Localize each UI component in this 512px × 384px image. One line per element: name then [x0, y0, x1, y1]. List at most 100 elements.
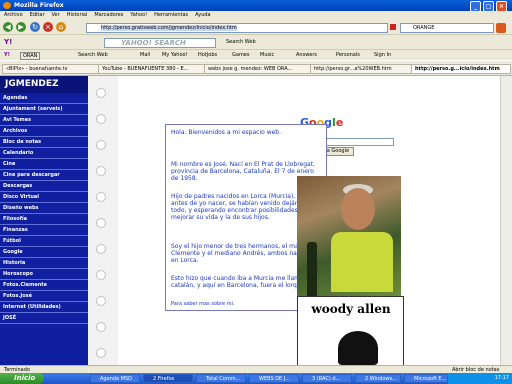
links-oran[interactable]: ORAN: [20, 52, 41, 60]
start-button[interactable]: Inicio: [0, 373, 44, 384]
links-search-web[interactable]: Search Web: [78, 52, 108, 58]
site-title: JGMENDEZ: [0, 76, 88, 93]
task-webs[interactable]: WEBS DE J...: [249, 374, 299, 383]
system-tray: 17:17: [448, 373, 512, 384]
navigation-toolbar: ◀ ▶ ↻ × ⌂ http://perso.gratisweb.com/jgm…: [0, 20, 512, 35]
reload-icon[interactable]: ↻: [30, 22, 40, 32]
home-icon[interactable]: ⌂: [56, 22, 66, 32]
menu-ayuda[interactable]: Ayuda: [195, 12, 210, 18]
sidebar-item[interactable]: Fotos.José: [0, 291, 88, 302]
sidebar-item[interactable]: Ajuntament (serveis): [0, 104, 88, 115]
sidebar-item[interactable]: Fotos.Clemente: [0, 280, 88, 291]
sidebar-item[interactable]: Historia: [0, 258, 88, 269]
tab-youtube[interactable]: YouTube - BUENAFUENTE 380 - E...: [98, 64, 206, 74]
sidebar-item[interactable]: Finanzas: [0, 225, 88, 236]
menu-archivo[interactable]: Archivo: [4, 12, 23, 18]
task-rac[interactable]: 3 (RAC) d...: [302, 374, 352, 383]
sidebar-item[interactable]: Diseño webs: [0, 203, 88, 214]
sidebar-item[interactable]: Fútbol: [0, 236, 88, 247]
yahoo-search-web[interactable]: Search Web: [226, 39, 256, 45]
task-firefox[interactable]: 2 Firefox: [143, 374, 193, 383]
tab-perso-web[interactable]: http://perso.gr...a%20WEB.htm: [310, 64, 413, 74]
window-title: Mozilla Firefox: [14, 2, 64, 9]
sidebar-item[interactable]: JOSÉ: [0, 313, 88, 324]
link-answers[interactable]: Answers: [296, 52, 317, 58]
link-music[interactable]: Music: [260, 52, 274, 58]
task-windows[interactable]: 2 Windows...: [355, 374, 401, 383]
sidebar-item[interactable]: Cine para descargar: [0, 170, 88, 181]
windows-taskbar: Inicio Agenda MSD 2 Firefox Total Comm..…: [0, 373, 512, 384]
sidebar-item[interactable]: Horoscopo: [0, 269, 88, 280]
binder-ring: [96, 166, 106, 176]
yahoo-search-input[interactable]: YAHOO! SEARCH: [104, 38, 216, 48]
binder-ring: [96, 322, 106, 332]
greeting-text: Hola. Bienvenidos a mi espacio web.: [171, 129, 282, 136]
binder-ring: [96, 140, 106, 150]
menu-herramientas[interactable]: Herramientas: [154, 12, 188, 18]
tab-bar: «BlPlx» - buenafuente.tv YouTube - BUENA…: [0, 61, 512, 76]
woody-allen-image: woody allen: [297, 296, 404, 365]
link-hotjobs[interactable]: HotJobs: [198, 52, 217, 58]
task-total-commander[interactable]: Total Comm...: [196, 374, 246, 383]
binder-ring: [96, 270, 106, 280]
yahoo-search-placeholder: YAHOO! SEARCH: [121, 39, 186, 47]
menu-editar[interactable]: Editar: [30, 12, 45, 18]
sidebar-item[interactable]: Google: [0, 247, 88, 258]
forward-icon[interactable]: ▶: [16, 22, 26, 32]
yahoo-logo[interactable]: Y!: [4, 38, 12, 46]
yahoo-toolbar: Y! YAHOO! SEARCH Search Web: [0, 35, 512, 50]
sidebar-item[interactable]: Disco Virtual: [0, 192, 88, 203]
links-logo[interactable]: Y!: [4, 52, 10, 58]
menu-ver[interactable]: Ver: [52, 12, 60, 18]
menu-bar: Archivo Editar Ver Historial Marcadores Yahoo…: [0, 11, 512, 20]
menu-historial[interactable]: Historial: [67, 12, 88, 18]
sidebar-item[interactable]: Avi Temes: [0, 115, 88, 126]
sidebar-item[interactable]: Cine: [0, 159, 88, 170]
sidebar-item[interactable]: Archivos: [0, 126, 88, 137]
sidebar-item[interactable]: Descargas: [0, 181, 88, 192]
back-icon[interactable]: ◀: [3, 22, 13, 32]
binder-ring: [96, 296, 106, 306]
tab-webs-jose[interactable]: webs jose g. mendez: WEB ORA...: [204, 64, 312, 74]
url-text: http://perso.gratisweb.com/jgmendez/Inic…: [101, 25, 237, 31]
clock: 17:17: [494, 375, 509, 381]
binder-ring: [96, 348, 106, 358]
firefox-icon: [3, 2, 11, 9]
sidebar-item[interactable]: Calendario: [0, 148, 88, 159]
page-scrollbar[interactable]: [500, 76, 512, 365]
menu-yahoo[interactable]: Yahoo!: [130, 12, 147, 18]
search-box[interactable]: ORANGE: [400, 23, 494, 33]
go-icon[interactable]: [390, 24, 396, 30]
binder-ring: [96, 114, 106, 124]
profile-photo: [297, 176, 401, 298]
search-value: ORANGE: [413, 25, 435, 31]
woody-allen-title: woody allen: [311, 302, 391, 316]
sidebar-item[interactable]: Bloc de notas: [0, 137, 88, 148]
sidebar-item[interactable]: Agendas: [0, 93, 88, 104]
ring-binder-strip: [88, 76, 118, 365]
download-icon[interactable]: [496, 23, 506, 33]
sidebar-item[interactable]: Internet (Utilidades): [0, 302, 88, 313]
binder-ring: [96, 192, 106, 202]
task-microsoft[interactable]: Microsoft E...: [404, 374, 448, 383]
link-mail[interactable]: Mail: [140, 52, 150, 58]
web-page: JGMENDEZ Agendas Ajuntament (serveis) Avi …: [0, 76, 512, 365]
binder-ring: [96, 218, 106, 228]
binder-ring: [96, 88, 106, 98]
yahoo-links-bar: Y! ORAN Search Web Mail My Yahoo! HotJob…: [0, 50, 512, 60]
binder-ring: [96, 244, 106, 254]
link-sign-in[interactable]: Sign In: [374, 52, 391, 58]
woody-allen-portrait: [338, 331, 378, 365]
menu-marcadores[interactable]: Marcadores: [94, 12, 123, 18]
sidebar-item[interactable]: Filosofía: [0, 214, 88, 225]
window-titlebar[interactable]: Mozilla Firefox _ □ ×: [0, 0, 512, 12]
link-games[interactable]: Games: [232, 52, 250, 58]
link-my-yahoo[interactable]: My Yahoo!: [162, 52, 188, 58]
stop-icon[interactable]: ×: [43, 22, 53, 32]
site-sidebar: JGMENDEZ Agendas Ajuntament (serveis) Avi …: [0, 76, 88, 365]
link-personals[interactable]: Personals: [336, 52, 360, 58]
tab-active-index[interactable]: http://perso.g...icio/index.htm: [411, 64, 511, 74]
url-bar[interactable]: http://perso.gratisweb.com/jgmendez/Inic…: [86, 23, 388, 33]
task-agenda[interactable]: Agenda MSD: [90, 374, 140, 383]
tab-buenafuente[interactable]: «BlPlx» - buenafuente.tv: [2, 64, 100, 74]
